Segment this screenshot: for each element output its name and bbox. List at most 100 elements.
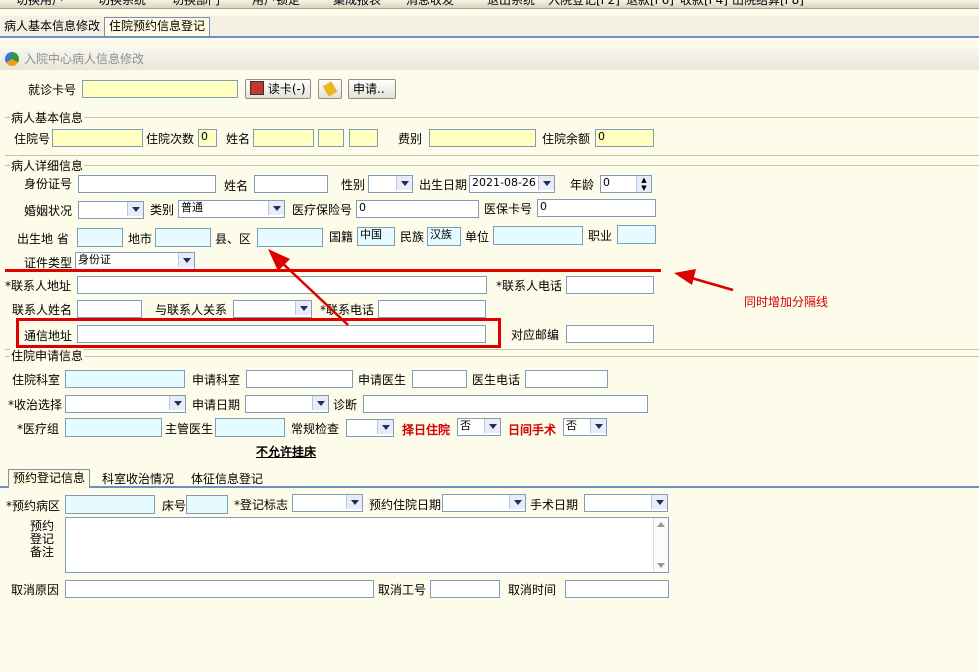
balance-label: 住院余额 xyxy=(542,132,591,146)
apply-dept-input[interactable] xyxy=(246,370,353,388)
toolbar-reports[interactable]: 集成报表 xyxy=(333,0,381,8)
subtab-dept-admission[interactable]: 科室收治情况 xyxy=(98,471,178,487)
apply-button[interactable]: 申请.. xyxy=(348,79,396,99)
insurance-card-input[interactable]: 0 xyxy=(537,199,656,217)
cancel-staff-input[interactable] xyxy=(430,580,500,598)
ethnic-input[interactable]: 汉族 xyxy=(427,227,461,246)
inpatient-no-input[interactable] xyxy=(52,129,143,147)
tab-booking-register[interactable]: 住院预约信息登记 xyxy=(104,17,211,36)
visits-label: 住院次数 xyxy=(146,132,195,146)
tab-basic-info-edit[interactable]: 病人基本信息修改 xyxy=(0,18,104,34)
basic-extra-input-1[interactable] xyxy=(318,129,344,147)
arrow-to-separator-line xyxy=(687,275,734,292)
mail-address-label: 通信地址 xyxy=(24,329,73,343)
marital-select[interactable] xyxy=(78,201,144,219)
cancel-time-input[interactable] xyxy=(565,580,669,598)
age-label: 年龄 xyxy=(570,178,595,192)
read-card-button[interactable]: 读卡(-) xyxy=(245,79,311,99)
detail-name-input[interactable] xyxy=(254,175,328,193)
toolbar-messages[interactable]: 消息收发 xyxy=(406,0,454,8)
read-card-label: 读卡(-) xyxy=(267,82,306,96)
card-no-input[interactable] xyxy=(82,80,238,98)
toolbar-refund[interactable]: 退款[F6] xyxy=(626,0,674,8)
birthplace-label: 出生地 省 xyxy=(17,232,69,246)
admit-select[interactable] xyxy=(65,395,186,413)
subtab-vital-signs[interactable]: 体征信息登记 xyxy=(187,471,267,487)
booking-remark-textarea[interactable] xyxy=(65,517,669,573)
medical-team-input[interactable] xyxy=(65,418,162,437)
scroll-down-icon[interactable] xyxy=(657,563,665,568)
register-flag-select[interactable] xyxy=(292,494,363,512)
toolbar-admit[interactable]: 入院登记[F2] xyxy=(548,0,620,8)
detail-name-label: 姓名 xyxy=(224,179,249,193)
chevron-down-icon xyxy=(169,396,185,410)
chevron-down-icon xyxy=(509,495,525,509)
booking-date-picker[interactable] xyxy=(442,494,526,512)
broom-icon xyxy=(322,81,338,97)
panel-header xyxy=(0,48,979,70)
job-input[interactable] xyxy=(617,225,656,244)
province-input[interactable] xyxy=(77,228,123,247)
toolbar-exit[interactable]: 退出系统 xyxy=(487,0,535,8)
visits-input[interactable]: 0 xyxy=(198,129,217,147)
toolbar-lock-user[interactable]: 用户锁定 xyxy=(252,0,300,8)
remark-scrollbar[interactable] xyxy=(653,518,668,572)
arrow-to-cert-line xyxy=(277,258,349,326)
basic-name-input[interactable] xyxy=(253,129,314,147)
no-hang-bed-text: 不允许挂床 xyxy=(256,445,317,459)
day-surgery-select[interactable]: 否 xyxy=(563,418,607,436)
bed-no-input[interactable] xyxy=(186,495,228,514)
city-input[interactable] xyxy=(155,228,211,247)
balance-input[interactable]: 0 xyxy=(595,129,654,147)
gender-select[interactable] xyxy=(368,175,413,193)
day-surgery-label: 日间手术 xyxy=(508,423,557,437)
chevron-down-icon xyxy=(312,396,328,410)
contact-name-input[interactable] xyxy=(77,300,142,318)
toolbar-switch-dept[interactable]: 切换部门 xyxy=(172,0,220,8)
annotation-text: 同时增加分隔线 xyxy=(744,295,829,309)
age-spinner[interactable]: 0 ▲ ▼ xyxy=(600,175,652,193)
toolbar-switch-system[interactable]: 切换系统 xyxy=(98,0,146,8)
category-value: 普通 xyxy=(181,201,203,214)
basic-extra-input-2[interactable] xyxy=(349,129,378,147)
birth-date-picker[interactable]: 2021-08-26 xyxy=(469,175,555,193)
work-unit-input[interactable] xyxy=(493,226,583,245)
cancel-reason-input[interactable] xyxy=(65,580,374,598)
toolbar-discharge[interactable]: 出院结算[F8] xyxy=(732,0,804,8)
cancel-staff-label: 取消工号 xyxy=(378,583,427,597)
category-select[interactable]: 普通 xyxy=(178,200,285,218)
cert-type-select[interactable]: 身份证 xyxy=(75,252,195,270)
inpatient-dept-input[interactable] xyxy=(65,370,185,388)
work-unit-label: 单位 xyxy=(465,230,490,244)
scroll-up-icon[interactable] xyxy=(657,522,665,527)
toolbar-switch-user[interactable]: 切换用户 xyxy=(16,0,64,8)
spinner-arrows-icon[interactable]: ▲ ▼ xyxy=(636,176,651,192)
ethnic-label: 民族 xyxy=(400,230,425,244)
apply-top-divider xyxy=(5,349,979,350)
apply-doctor-input[interactable] xyxy=(412,370,467,388)
diagnosis-input[interactable] xyxy=(363,395,648,413)
apply-date-picker[interactable] xyxy=(245,395,329,413)
id-no-input[interactable] xyxy=(78,175,216,193)
toolbar-charge[interactable]: 收款[F4] xyxy=(680,0,728,8)
nationality-input[interactable]: 中国 xyxy=(357,227,395,246)
job-label: 职业 xyxy=(588,229,613,243)
booking-ward-input[interactable] xyxy=(65,495,155,514)
bed-no-label: 床号 xyxy=(162,499,187,513)
doctor-phone-input[interactable] xyxy=(525,370,608,388)
day-surgery-value: 否 xyxy=(566,419,577,432)
fee-type-input[interactable] xyxy=(429,129,536,147)
main-toolbar: 切换用户 切换系统 切换部门 用户锁定 集成报表 消息收发 退出系统 入院登记[… xyxy=(0,0,979,9)
attending-doctor-input[interactable] xyxy=(215,418,285,437)
routine-check-select[interactable] xyxy=(346,419,394,437)
subtab-booking-info[interactable]: 预约登记信息 xyxy=(8,469,91,488)
clear-button[interactable] xyxy=(318,79,342,99)
insurance-no-input[interactable]: 0 xyxy=(356,200,479,218)
chevron-down-icon xyxy=(178,253,194,267)
select-day-select[interactable]: 否 xyxy=(457,418,501,436)
apply-doctor-label: 申请医生 xyxy=(358,373,407,387)
birth-date-label: 出生日期 xyxy=(419,178,468,192)
diagnosis-label: 诊断 xyxy=(333,398,358,412)
chevron-down-icon xyxy=(396,176,412,190)
surgery-date-picker[interactable] xyxy=(584,494,668,512)
